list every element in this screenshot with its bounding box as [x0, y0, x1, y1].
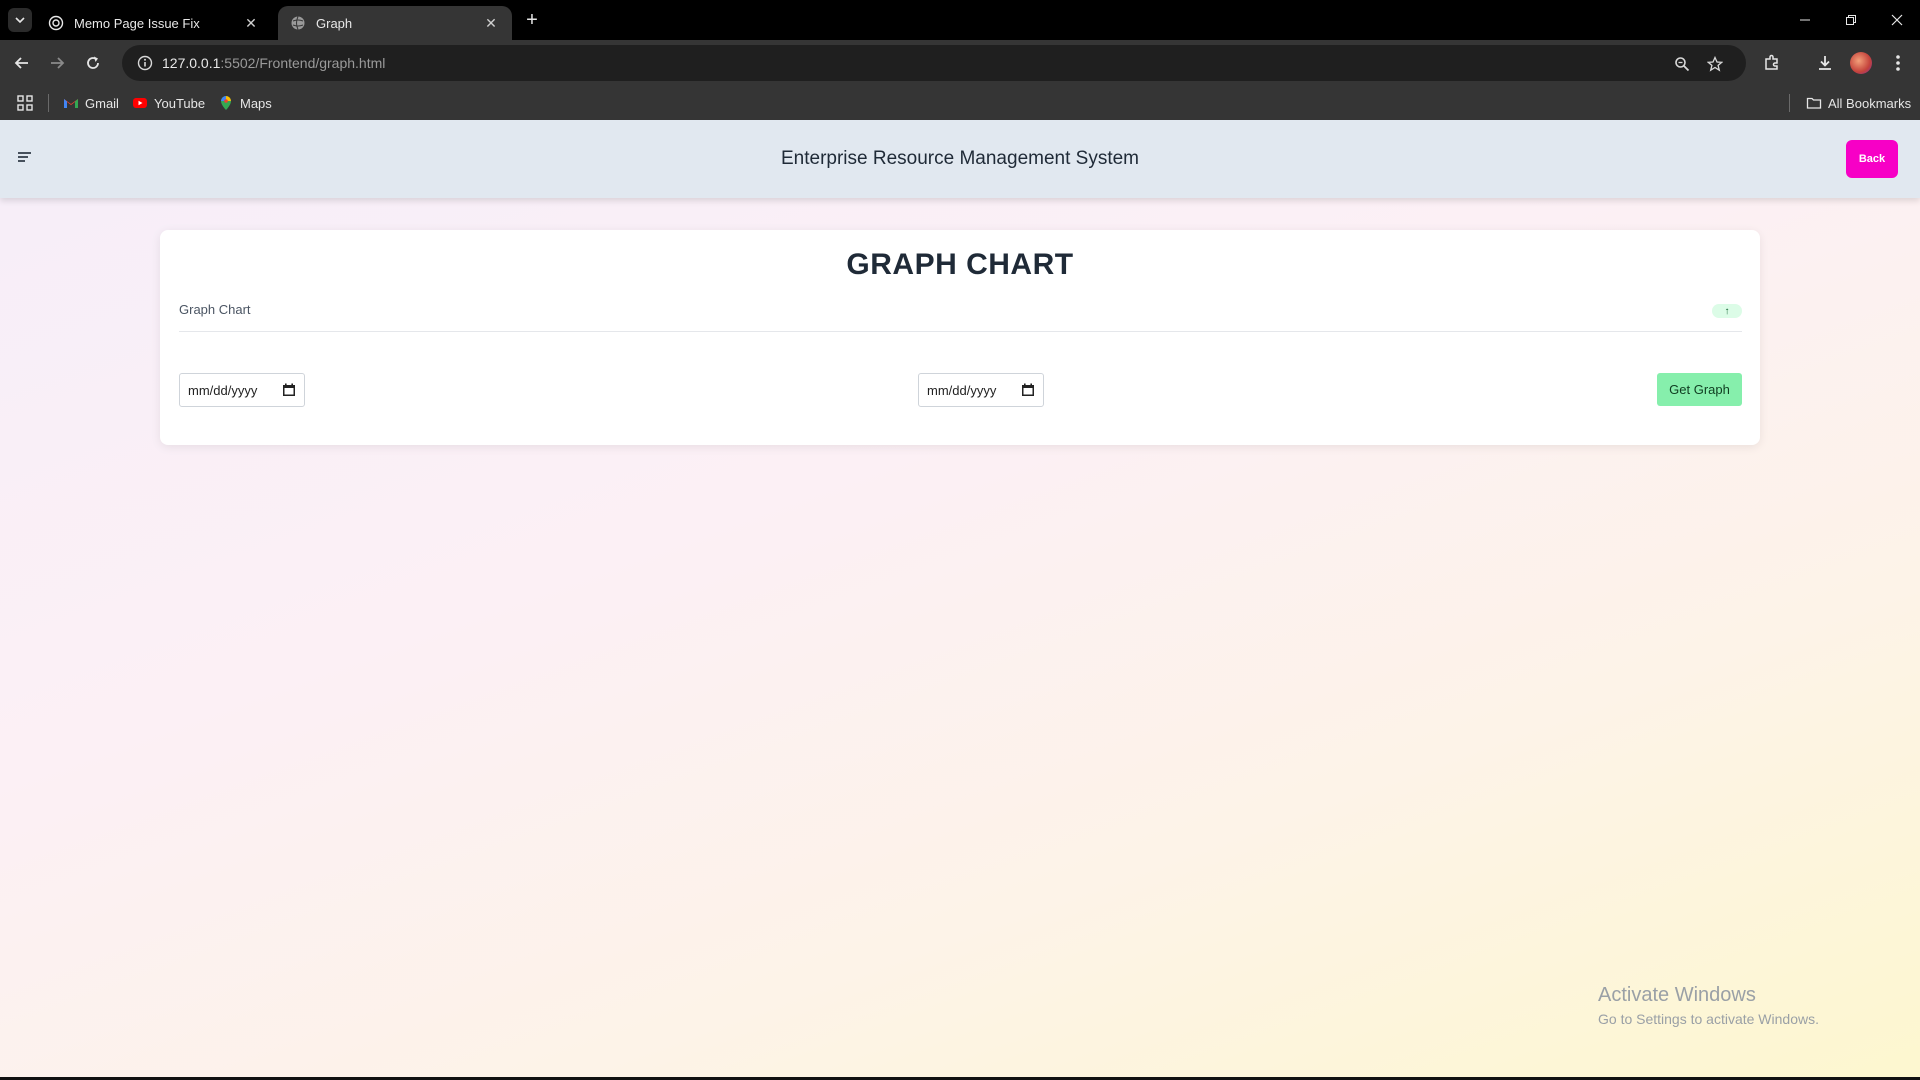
- tab-title: Memo Page Issue Fix: [74, 15, 200, 31]
- zoom-icon[interactable]: [1672, 54, 1692, 74]
- profile-avatar[interactable]: [1850, 52, 1872, 74]
- end-date-input[interactable]: mm/dd/yyyy: [918, 373, 1044, 407]
- bookmark-label: Gmail: [85, 95, 119, 111]
- close-tab-icon[interactable]: ✕: [482, 14, 500, 32]
- page-title: GRAPH CHART: [846, 248, 1074, 281]
- more-menu-icon[interactable]: [1886, 51, 1910, 75]
- bookmarks-divider: [48, 94, 49, 112]
- app-title: Enterprise Resource Management System: [781, 148, 1139, 169]
- tab-search-button[interactable]: [8, 8, 32, 32]
- tab-graph[interactable]: Graph ✕: [278, 6, 512, 40]
- windows-activation-watermark: Activate Windows Go to Settings to activ…: [1598, 984, 1819, 1027]
- browser-toolbar: 127.0.0.1:5502/Frontend/graph.html: [0, 40, 1920, 113]
- divider: [179, 331, 1742, 332]
- all-bookmarks[interactable]: All Bookmarks: [1806, 94, 1911, 112]
- gmail-icon: [64, 99, 78, 108]
- start-date-input[interactable]: mm/dd/yyyy: [179, 373, 305, 407]
- close-tab-icon[interactable]: ✕: [242, 14, 260, 32]
- app-header: Enterprise Resource Management System Ba…: [0, 120, 1920, 198]
- bookmark-maps[interactable]: Maps: [218, 94, 272, 112]
- date-placeholder: mm/dd/yyyy: [188, 382, 258, 398]
- site-info-icon[interactable]: [128, 55, 162, 71]
- globe-icon: [291, 16, 305, 30]
- bookmark-star-icon[interactable]: [1705, 54, 1725, 74]
- address-bar[interactable]: 127.0.0.1:5502/Frontend/graph.html: [122, 45, 1746, 81]
- page-viewport: Enterprise Resource Management System Ba…: [0, 120, 1920, 1077]
- url-path: :5502/Frontend/graph.html: [220, 55, 386, 71]
- url-host: 127.0.0.1: [162, 55, 221, 71]
- bookmark-label: YouTube: [154, 95, 206, 111]
- tab-title: Graph: [316, 15, 353, 31]
- forward-arrow-icon[interactable]: [43, 49, 71, 77]
- back-button[interactable]: Back: [1846, 140, 1898, 178]
- section-label: Graph Chart: [179, 302, 251, 317]
- calendar-icon[interactable]: [1021, 383, 1035, 397]
- date-placeholder: mm/dd/yyyy: [927, 382, 997, 398]
- browser-tab-strip: Memo Page Issue Fix ✕ Graph ✕ +: [0, 0, 1920, 40]
- openai-favicon-icon: [48, 15, 64, 31]
- watermark-title: Activate Windows: [1598, 984, 1756, 1006]
- tab-memo-page[interactable]: Memo Page Issue Fix ✕: [36, 6, 272, 40]
- minimize-icon[interactable]: [1782, 0, 1828, 40]
- reload-icon[interactable]: [79, 49, 107, 77]
- bookmark-label: Maps: [240, 95, 272, 111]
- maps-pin-icon: [221, 96, 231, 110]
- bookmark-youtube[interactable]: YouTube: [132, 94, 205, 112]
- chevron-down-icon: [15, 17, 25, 24]
- new-tab-button[interactable]: +: [520, 8, 544, 32]
- all-bookmarks-label: All Bookmarks: [1828, 95, 1912, 111]
- youtube-icon: [133, 98, 147, 108]
- graph-card: GRAPH CHART Graph Chart ↑ mm/dd/yyyy mm/…: [160, 230, 1760, 445]
- back-arrow-icon[interactable]: [8, 49, 36, 77]
- bookmarks-bar: Gmail YouTube Maps All Bookmarks: [0, 86, 1920, 120]
- restore-icon[interactable]: [1828, 0, 1874, 40]
- get-graph-button[interactable]: Get Graph: [1657, 373, 1742, 406]
- bookmark-gmail[interactable]: Gmail: [63, 94, 119, 112]
- close-window-icon[interactable]: [1874, 0, 1920, 40]
- bookmarks-divider: [1789, 94, 1790, 112]
- extensions-icon[interactable]: [1760, 51, 1784, 75]
- url-text: 127.0.0.1:5502/Frontend/graph.html: [162, 55, 385, 71]
- watermark-subtitle: Go to Settings to activate Windows.: [1598, 1011, 1819, 1027]
- arrow-up-icon: ↑: [1712, 304, 1742, 318]
- folder-icon: [1806, 97, 1822, 109]
- apps-grid-icon[interactable]: [17, 94, 33, 112]
- download-icon[interactable]: [1813, 51, 1837, 75]
- calendar-icon[interactable]: [282, 383, 296, 397]
